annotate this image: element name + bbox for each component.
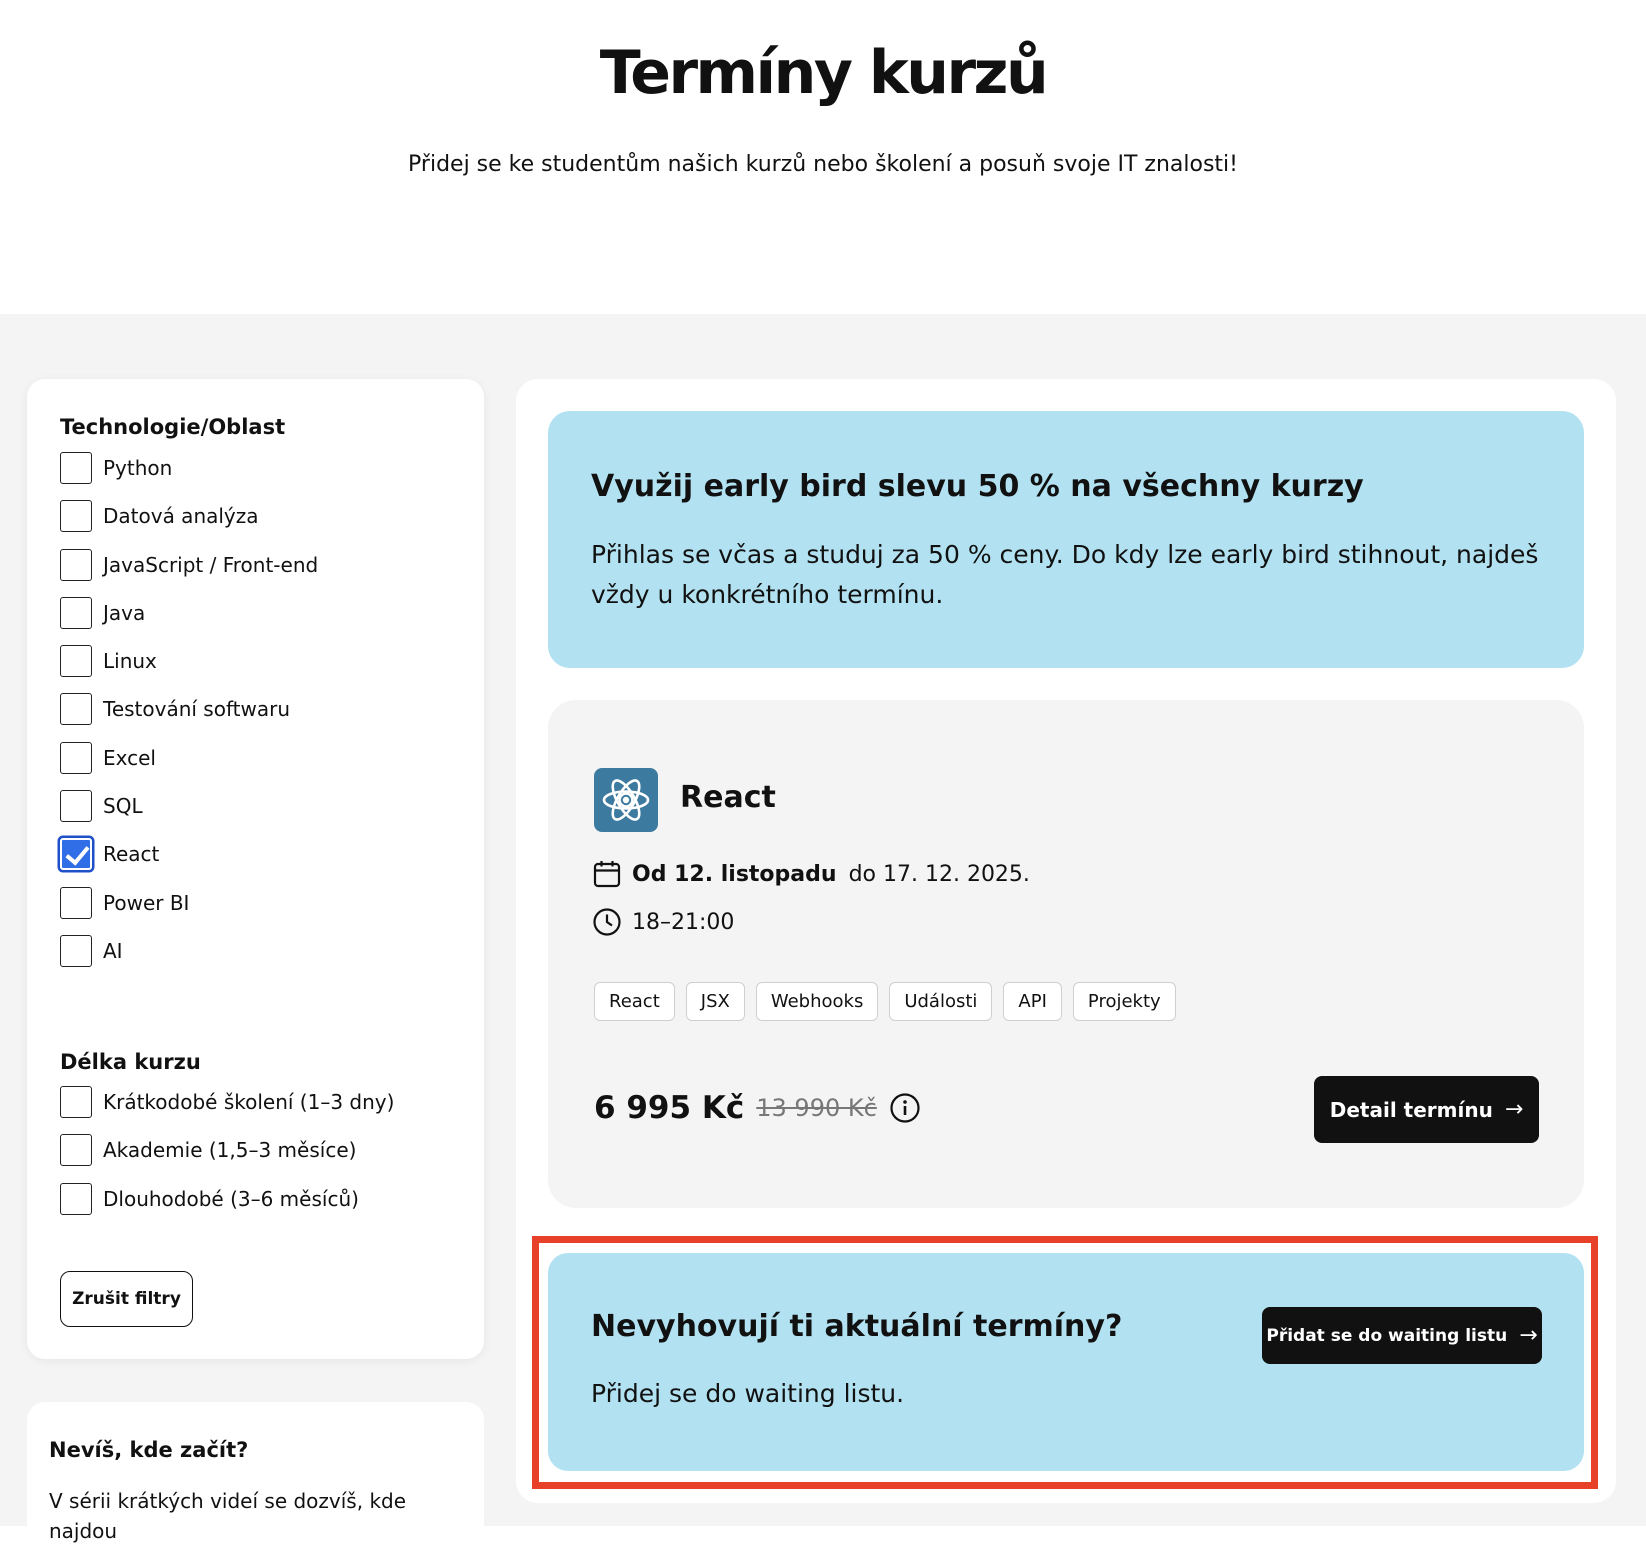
checkbox[interactable] bbox=[60, 1183, 92, 1215]
checkbox[interactable] bbox=[60, 500, 92, 532]
filter-label: Krátkodobé školení (1–3 dny) bbox=[103, 1090, 395, 1114]
course-time: 18–21:00 bbox=[592, 906, 734, 938]
checkbox[interactable] bbox=[60, 549, 92, 581]
promo-text: Přihlas se včas a studuj za 50 % ceny. D… bbox=[591, 540, 1539, 609]
page-title: Termíny kurzů bbox=[599, 38, 1049, 108]
price: 6 995 Kč bbox=[594, 1090, 745, 1126]
filter-label: SQL bbox=[103, 794, 143, 818]
page-header: Termíny kurzů Přidej se ke studentům naš… bbox=[0, 0, 1646, 314]
arrow-right-icon: → bbox=[1519, 1323, 1538, 1348]
filter-akademie[interactable]: Akademie (1,5–3 měsíce) bbox=[60, 1134, 356, 1166]
course-tags: React JSX Webhooks Události API Projekty bbox=[594, 982, 1176, 1021]
filter-label: Excel bbox=[103, 746, 156, 770]
filter-label: Dlouhodobé (3–6 měsíců) bbox=[103, 1187, 359, 1211]
checkbox[interactable] bbox=[60, 1134, 92, 1166]
date-to: do 17. 12. 2025. bbox=[848, 861, 1030, 887]
filter-label: React bbox=[103, 842, 160, 866]
filter-excel[interactable]: Excel bbox=[60, 742, 156, 774]
tag: React bbox=[594, 982, 675, 1021]
checkbox[interactable] bbox=[60, 742, 92, 774]
checkbox[interactable] bbox=[60, 935, 92, 967]
filter-dlouhodobe[interactable]: Dlouhodobé (3–6 měsíců) bbox=[60, 1183, 359, 1215]
filter-label: Java bbox=[103, 601, 146, 625]
checkbox[interactable] bbox=[60, 693, 92, 725]
help-text: V sérii krátkých videí se dozvíš, kde na… bbox=[49, 1489, 407, 1543]
page-subtitle: Přidej se ke studentům našich kurzů nebo… bbox=[408, 152, 1238, 177]
old-price: 13 990 Kč bbox=[756, 1094, 877, 1122]
promo-title: Využij early bird slevu 50 % na všechny … bbox=[591, 469, 1364, 504]
clock-icon bbox=[593, 908, 621, 936]
checkbox[interactable] bbox=[60, 645, 92, 677]
help-card: Nevíš, kde začít? V sérii krátkých videí… bbox=[27, 1402, 484, 1562]
filter-label: Power BI bbox=[103, 891, 190, 915]
clear-filters-button[interactable]: Zrušit filtry bbox=[60, 1271, 193, 1327]
waitlist-text: Přidej se do waiting listu. bbox=[591, 1379, 905, 1408]
filter-kratkodobe[interactable]: Krátkodobé školení (1–3 dny) bbox=[60, 1086, 394, 1118]
course-list-panel: Využij early bird slevu 50 % na všechny … bbox=[516, 379, 1616, 1503]
detail-button-label: Detail termínu bbox=[1329, 1097, 1493, 1122]
tag: JSX bbox=[685, 982, 745, 1021]
filter-power-bi[interactable]: Power BI bbox=[60, 887, 189, 919]
filter-label: Testování softwaru bbox=[103, 697, 291, 721]
filter-label: JavaScript / Front-end bbox=[103, 553, 319, 577]
waitlist-banner: Nevyhovují ti aktuální termíny? Přidej s… bbox=[548, 1253, 1584, 1471]
length-filter-title: Délka kurzu bbox=[60, 1050, 201, 1074]
course-date: Od 12. listopadu do 17. 12. 2025. bbox=[592, 858, 1030, 890]
tag: Webhooks bbox=[755, 982, 879, 1021]
filter-ai[interactable]: AI bbox=[60, 935, 123, 967]
filter-sql[interactable]: SQL bbox=[60, 790, 143, 822]
waitlist-button-label: Přidat se do waiting listu bbox=[1266, 1325, 1508, 1346]
technology-filter-title: Technologie/Oblast bbox=[60, 415, 286, 439]
filter-javascript[interactable]: JavaScript / Front-end bbox=[60, 549, 318, 581]
early-bird-banner: Využij early bird slevu 50 % na všechny … bbox=[548, 411, 1584, 668]
date-from: Od 12. listopadu bbox=[632, 861, 837, 887]
help-title: Nevíš, kde začít? bbox=[49, 1438, 249, 1462]
checkbox[interactable] bbox=[60, 790, 92, 822]
filter-label: Linux bbox=[103, 649, 157, 673]
tag: Projekty bbox=[1072, 982, 1176, 1021]
calendar-icon bbox=[593, 861, 621, 888]
filter-label: Python bbox=[103, 456, 173, 480]
react-atom-icon bbox=[594, 768, 658, 832]
filter-react[interactable]: React bbox=[60, 838, 159, 870]
filter-label: AI bbox=[103, 939, 123, 963]
filter-label: Datová analýza bbox=[103, 504, 259, 528]
tag: API bbox=[1003, 982, 1062, 1021]
course-card-react: React Od 12. listopadu do 17. 12. 2025. bbox=[548, 700, 1584, 1208]
filter-java[interactable]: Java bbox=[60, 597, 145, 629]
waitlist-title: Nevyhovují ti aktuální termíny? bbox=[591, 1309, 1123, 1344]
filter-testovani[interactable]: Testování softwaru bbox=[60, 693, 290, 725]
info-icon[interactable] bbox=[889, 1092, 921, 1124]
filter-sidebar: Technologie/Oblast Python Datová analýza… bbox=[27, 379, 484, 1359]
course-title: React bbox=[680, 780, 776, 815]
filter-python[interactable]: Python bbox=[60, 452, 172, 484]
filter-label: Akademie (1,5–3 měsíce) bbox=[103, 1138, 357, 1162]
detail-termin-button[interactable]: Detail termínu → bbox=[1314, 1076, 1539, 1143]
checkbox[interactable] bbox=[60, 597, 92, 629]
price-row: 6 995 Kč 13 990 Kč bbox=[594, 1088, 921, 1128]
checkbox-checked[interactable] bbox=[60, 838, 92, 870]
join-waitlist-button[interactable]: Přidat se do waiting listu → bbox=[1262, 1307, 1542, 1364]
checkbox[interactable] bbox=[60, 1086, 92, 1118]
filter-datova-analyza[interactable]: Datová analýza bbox=[60, 500, 259, 532]
arrow-right-icon: → bbox=[1504, 1097, 1524, 1122]
checkbox[interactable] bbox=[60, 887, 92, 919]
time-value: 18–21:00 bbox=[632, 909, 735, 935]
checkbox[interactable] bbox=[60, 452, 92, 484]
tag: Události bbox=[889, 982, 993, 1021]
filter-linux[interactable]: Linux bbox=[60, 645, 157, 677]
